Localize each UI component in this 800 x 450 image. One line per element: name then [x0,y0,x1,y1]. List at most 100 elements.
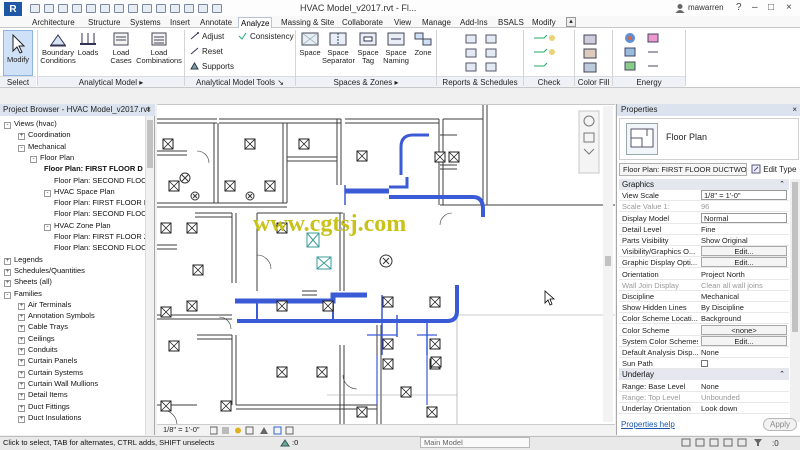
tree-toggle-icon[interactable]: - [4,291,11,299]
close-icon[interactable]: × [786,2,792,13]
tree-toggle-icon[interactable]: + [18,325,25,333]
maximize-icon[interactable]: □ [768,2,774,13]
tree-item[interactable]: + Curtain Systems [18,367,83,378]
undo-icon[interactable] [72,4,82,13]
type-selector[interactable]: Floor Plan: FIRST FLOOR DUCTWOI [619,163,747,176]
view-scroll-thumb[interactable] [605,256,611,266]
collapse-icon[interactable]: ⌃ [779,369,785,380]
tree-toggle-icon[interactable]: + [18,370,25,378]
tree-item[interactable]: + Curtain Panels [18,355,77,367]
tree-toggle-icon[interactable]: + [18,314,25,322]
analytical-model-tools-panel-label[interactable]: Analytical Model Tools ↘ [185,76,295,87]
3d-view-icon[interactable] [156,4,166,13]
tree-item[interactable]: Floor Plan: SECOND FLOOR [54,208,145,219]
tab-insert[interactable]: Insert [168,17,192,28]
loads-button[interactable]: Loads [76,31,100,57]
property-value[interactable]: None [701,347,787,358]
tab-structure[interactable]: Structure [86,17,122,28]
property-value[interactable]: Normal [701,212,787,223]
drawing-view[interactable]: www.cgtsj.com [157,104,615,426]
collapse-icon[interactable]: ⌃ [779,179,785,190]
tree-toggle-icon[interactable]: + [4,257,11,265]
tab-analyze[interactable]: Analyze [238,17,273,28]
adjust-button[interactable]: Adjust [190,32,224,41]
edit-type-button[interactable]: Edit Type [751,163,799,176]
tree-item[interactable]: Floor Plan: SECOND FLOOR [54,175,145,186]
tree-toggle-icon[interactable]: + [4,280,11,288]
tree-item[interactable]: Floor Plan: FIRST FLOOR D [44,163,143,174]
tree-item[interactable]: + Legends [4,254,43,265]
tree-toggle-icon[interactable]: + [18,415,25,423]
tree-toggle-icon[interactable]: + [18,302,25,310]
tab-massing-site[interactable]: Massing & Site [279,17,336,28]
measure-icon[interactable] [114,4,124,13]
redo-icon[interactable] [86,4,96,13]
space-button[interactable]: Space [298,31,322,57]
tree-item[interactable]: + Annotation Symbols [18,310,95,322]
tree-item[interactable]: + Duct Insulations [18,412,81,423]
property-value[interactable]: Mechanical [701,291,787,302]
project-browser-close-icon[interactable]: × [146,104,151,116]
user-name[interactable]: mawarren [688,3,724,12]
tree-toggle-icon[interactable]: - [30,155,37,163]
minimize-icon[interactable]: – [752,2,758,13]
checkbox[interactable] [701,360,708,368]
boundary-conditions-button[interactable]: Boundary Conditions [40,31,76,65]
tree-item[interactable]: - Views (hvac) [4,118,57,129]
tree-item[interactable]: - Floor Plan [30,152,74,163]
properties-scroll-thumb[interactable] [792,182,798,332]
tree-toggle-icon[interactable]: - [4,122,11,129]
save-icon[interactable] [44,4,54,13]
tree-item[interactable]: + Sheets (all) [4,276,52,288]
tab-view[interactable]: View [392,17,413,28]
view-vertical-scrollbar[interactable] [603,106,613,422]
space-separator-button[interactable]: Space Separator [322,31,355,65]
tree-item[interactable]: + Duct Fittings [18,401,70,412]
property-value[interactable] [701,358,787,370]
tree-item[interactable]: + Detail Items [18,389,68,401]
tree-toggle-icon[interactable]: + [4,268,11,276]
open-icon[interactable] [30,4,40,13]
tree-toggle-icon[interactable]: + [18,336,25,344]
apply-button[interactable]: Apply [763,418,797,431]
energy-optimization-panel-label[interactable]: Energy Optimization [613,76,685,98]
tree-item[interactable]: - HVAC Space Plan [44,186,115,197]
thin-lines-icon[interactable] [184,4,194,13]
modify-button[interactable]: Modify [3,30,33,76]
tree-item[interactable]: Floor Plan: SECOND FLOOR [54,242,145,253]
tab-bsals[interactable]: BSALS [496,17,526,28]
section-icon[interactable] [170,4,180,13]
selection-filter-icons[interactable]: :0 [680,437,798,448]
tree-toggle-icon[interactable]: + [18,359,25,367]
tree-item[interactable]: + Conduits [18,344,58,355]
tab-annotate[interactable]: Annotate [198,17,234,28]
navigation-bar[interactable] [578,110,600,174]
space-naming-button[interactable]: Space Naming [382,31,410,65]
color-fill-panel-label[interactable]: Color Fill [575,76,612,87]
load-combinations-button[interactable]: Load Combinations [136,31,182,65]
property-group-header[interactable]: Graphics ⌃ [619,179,789,190]
tag-icon[interactable] [128,4,138,13]
consistency-button[interactable]: Consistency [238,32,294,41]
tab-modify[interactable]: Modify [530,17,558,28]
tree-toggle-icon[interactable]: - [44,223,51,231]
properties-close-icon[interactable]: × [792,104,797,116]
tree-item[interactable]: + Ceilings [18,333,55,344]
zone-button[interactable]: Zone [412,31,434,57]
tree-toggle-icon[interactable]: - [18,144,25,152]
reset-button[interactable]: Reset [190,47,223,56]
select-panel-label[interactable]: Select [0,76,36,87]
tab-add-ins[interactable]: Add-Ins [458,17,490,28]
supports-button[interactable]: Supports [190,62,234,71]
sync-icon[interactable] [58,4,68,13]
switch-windows-icon[interactable] [212,4,222,13]
property-value[interactable]: Background [701,313,787,324]
property-value[interactable]: By Discipline [701,302,787,313]
close-hidden-icon[interactable] [198,4,208,13]
property-value[interactable]: Edit... [701,246,787,257]
spaces-zones-panel-label[interactable]: Spaces & Zones ▸ [296,76,436,87]
property-group-header[interactable]: Underlay ⌃ [619,369,789,381]
tree-toggle-icon[interactable]: + [18,133,25,141]
tree-item[interactable]: + Cable Trays [18,321,68,333]
tab-manage[interactable]: Manage [420,17,453,28]
